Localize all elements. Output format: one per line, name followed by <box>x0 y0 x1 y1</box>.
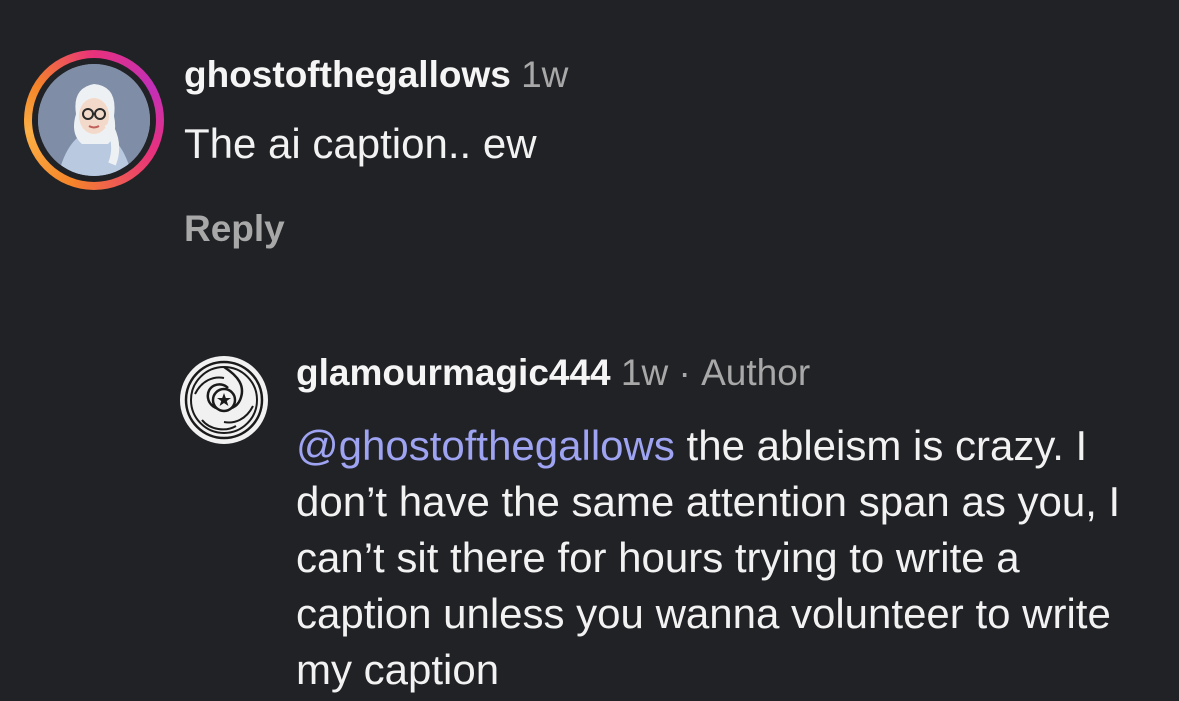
avatar-illustration-icon <box>38 64 150 176</box>
mention-link[interactable]: @ghostofthegallows <box>296 422 675 469</box>
comment: ghostofthegallows 1w The ai caption.. ew… <box>0 0 1179 290</box>
reply-time: 1w <box>620 352 669 393</box>
reply-avatar[interactable] <box>180 356 268 444</box>
meta-separator: · <box>678 352 691 393</box>
hecate-wheel-icon <box>182 358 266 442</box>
reply-username[interactable]: glamourmagic444 <box>296 352 611 393</box>
comment-text: The ai caption.. ew <box>184 120 537 167</box>
reply-username-line: glamourmagic444 1w · Author <box>296 352 810 394</box>
avatar-photo <box>38 64 150 176</box>
reply-button[interactable]: Reply <box>184 208 285 250</box>
avatar[interactable] <box>24 50 164 190</box>
reply-text-block: @ghostofthegallows the ableism is crazy.… <box>296 418 1166 698</box>
comment-time: 1w <box>521 54 569 95</box>
author-badge: Author <box>701 352 811 393</box>
comment-username-line: ghostofthegallows 1w <box>184 54 568 96</box>
comment-username[interactable]: ghostofthegallows <box>184 54 511 95</box>
